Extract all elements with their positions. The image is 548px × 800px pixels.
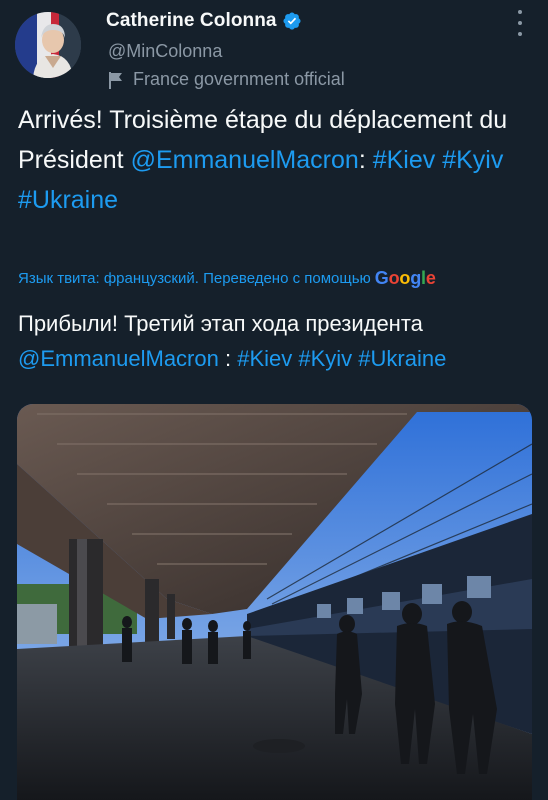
translation-hashtag-kyiv[interactable]: #Kyiv [298, 346, 352, 371]
mention-link[interactable]: @EmmanuelMacron [131, 146, 359, 174]
hashtag-kiev[interactable]: #Kiev [373, 146, 436, 174]
hashtag-ukraine[interactable]: #Ukraine [18, 186, 118, 214]
more-options-icon[interactable] [510, 10, 530, 36]
author-name-row[interactable]: Catherine Colonna [106, 10, 302, 32]
translation-attribution-text: Язык твита: французский. Переведено с по… [18, 270, 371, 287]
tweet-body: Arrivés! Troisième étape du déplacement … [18, 100, 533, 220]
translation-separator: : [218, 346, 238, 371]
government-label[interactable]: France government official [108, 69, 345, 90]
translation-hashtag-kiev[interactable]: #Kiev [237, 346, 292, 371]
tweet-separator: : [358, 146, 373, 174]
author-handle[interactable]: @MinColonna [108, 41, 222, 62]
verified-badge-icon [283, 12, 301, 30]
flag-icon [109, 71, 122, 89]
hashtag-kyiv[interactable]: #Kyiv [442, 146, 503, 174]
translation-attribution[interactable]: Язык твита: французский. Переведено с по… [18, 268, 533, 289]
author-name[interactable]: Catherine Colonna [106, 10, 277, 32]
avatar[interactable] [15, 12, 81, 78]
tweet-photo[interactable] [17, 404, 532, 800]
google-logo: Google [374, 268, 436, 288]
government-label-text: France government official [133, 69, 345, 89]
translation-hashtag-ukraine[interactable]: #Ukraine [358, 346, 446, 371]
translation-text: Прибыли! Третий этап хода президента [18, 311, 423, 336]
translated-text: Прибыли! Третий этап хода президента @Em… [18, 306, 533, 376]
tweet-header: Catherine Colonna @MinColonna France gov… [0, 0, 548, 96]
translation-mention-link[interactable]: @EmmanuelMacron [18, 346, 219, 371]
